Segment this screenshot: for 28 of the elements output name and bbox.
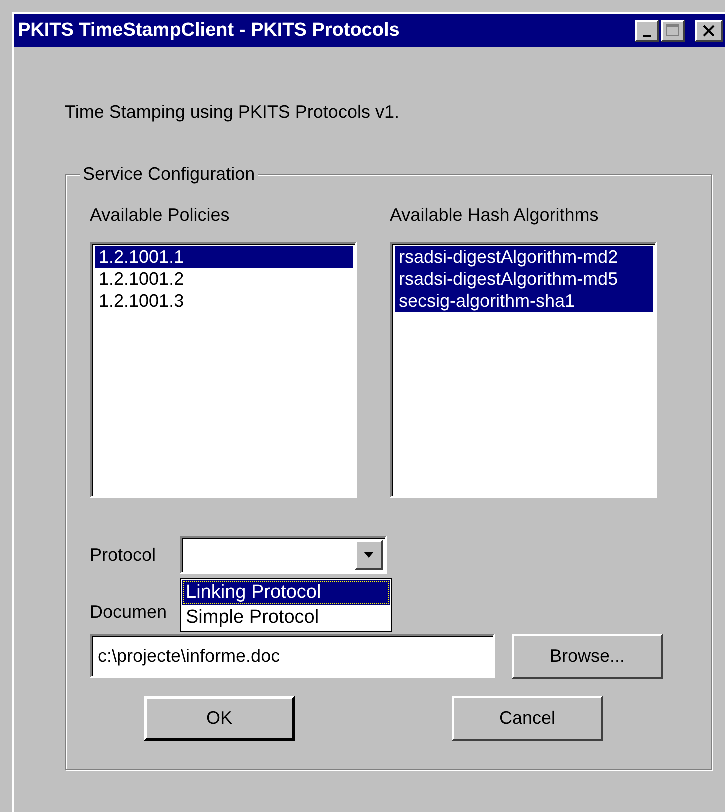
dropdown-option[interactable]: Simple Protocol (182, 605, 390, 630)
list-label: Available Hash Algorithms (390, 204, 600, 227)
list-item[interactable]: rsadsi-digestAlgorithm-md2 (395, 246, 653, 268)
cancel-button[interactable]: Cancel (452, 696, 603, 741)
list-item[interactable]: 1.2.1001.1 (95, 246, 353, 268)
description-text: Time Stamping using PKITS Protocols v1. (65, 101, 400, 124)
list-item[interactable]: secsig-algorithm-sha1 (395, 290, 653, 312)
minimize-button[interactable] (635, 20, 659, 42)
dropdown-option[interactable]: Linking Protocol (182, 580, 390, 605)
protocol-dropdown[interactable] (180, 536, 387, 574)
browse-button[interactable]: Browse... (512, 634, 663, 679)
list-item[interactable]: 1.2.1001.2 (95, 268, 353, 290)
ok-button[interactable]: OK (144, 696, 295, 741)
protocol-label: Protocol (90, 544, 158, 567)
window-title: PKITS TimeStampClient - PKITS Protocols (18, 20, 400, 42)
list-item[interactable]: rsadsi-digestAlgorithm-md5 (395, 268, 653, 290)
document-path-field[interactable]: c:\projecte\informe.doc (90, 634, 495, 678)
policy-list[interactable]: 1.2.1001.1 1.2.1001.2 1.2.1001.3 (90, 242, 357, 498)
list-item[interactable]: 1.2.1001.3 (95, 290, 353, 312)
dropdown-arrow-icon (363, 551, 375, 559)
maximize-button[interactable] (661, 20, 685, 42)
minimize-icon (643, 34, 651, 36)
maximize-icon (666, 24, 680, 37)
close-icon (702, 24, 716, 36)
list-label: Available Policies (90, 204, 231, 227)
document-label: Documen (90, 601, 168, 624)
hash-algorithm-list[interactable]: rsadsi-digestAlgorithm-md2 rsadsi-digestAlgorithm-md5 secsig-algorithm-sha1 (390, 242, 657, 498)
close-button[interactable] (695, 20, 723, 42)
